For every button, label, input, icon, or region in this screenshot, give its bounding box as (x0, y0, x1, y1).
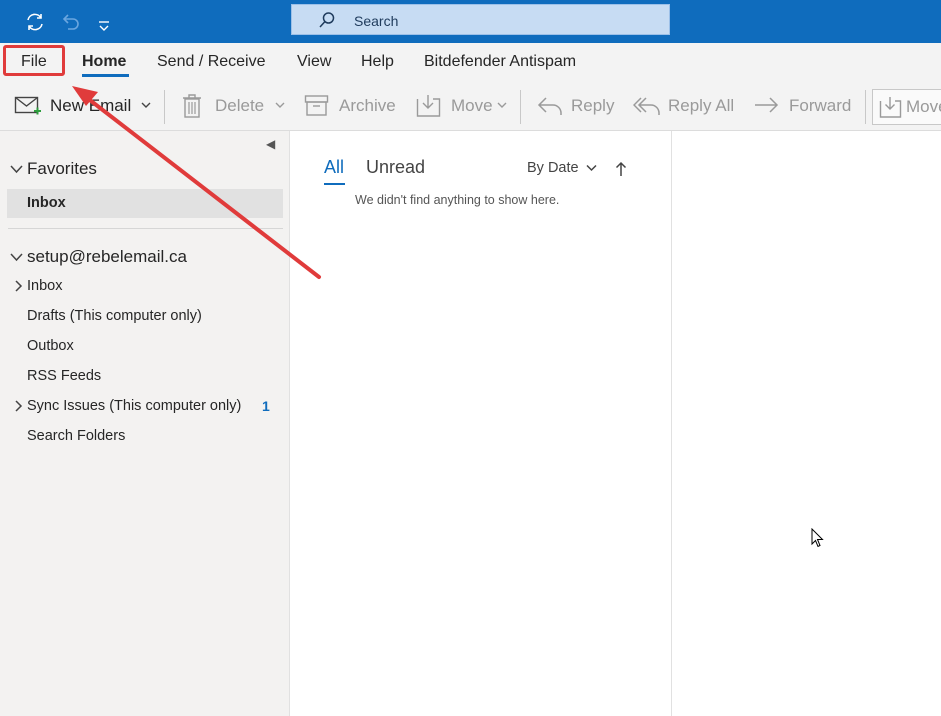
menu-bitdefender-antispam[interactable]: Bitdefender Antispam (424, 53, 576, 71)
favorites-header[interactable]: Favorites (10, 159, 97, 179)
folder-sync-issues[interactable]: Sync Issues (This computer only) (27, 398, 241, 414)
folder-search-folders[interactable]: Search Folders (27, 428, 125, 444)
account-header[interactable]: setup@rebelemail.ca (10, 247, 187, 267)
title-bar: Search (0, 0, 941, 43)
archive-button[interactable]: Archive (339, 96, 396, 116)
mouse-cursor-icon (811, 528, 824, 548)
sort-direction-arrow-icon[interactable] (615, 161, 627, 177)
favorites-inbox-label: Inbox (27, 195, 66, 211)
reading-pane (672, 131, 941, 716)
menu-bar: File Home Send / Receive View Help Bitde… (0, 43, 941, 83)
reply-icon (537, 97, 562, 115)
sync-icon[interactable] (24, 11, 46, 33)
reply-all-icon (633, 97, 660, 115)
new-email-icon (14, 96, 41, 115)
reply-all-button[interactable]: Reply All (668, 96, 734, 116)
folder-pane: ◀ Favorites Inbox setup@rebelemail.ca In… (0, 131, 290, 716)
menu-send-receive[interactable]: Send / Receive (157, 53, 266, 71)
delete-button[interactable]: Delete (215, 96, 264, 116)
favorites-inbox[interactable]: Inbox (7, 189, 283, 218)
folder-rss-feeds[interactable]: RSS Feeds (27, 368, 101, 384)
move-icon (416, 95, 441, 117)
tab-unread[interactable]: Unread (366, 157, 425, 178)
folder-drafts[interactable]: Drafts (This computer only) (27, 308, 202, 324)
trash-icon (183, 94, 201, 118)
move-button[interactable]: Move (451, 96, 493, 116)
search-box[interactable]: Search (291, 4, 670, 35)
divider (8, 228, 283, 229)
search-label: Search (354, 13, 399, 29)
active-tab-indicator (82, 74, 129, 77)
ribbon-separator (520, 90, 521, 124)
reply-button[interactable]: Reply (571, 96, 614, 116)
chevron-down-icon[interactable] (497, 100, 507, 110)
tab-all[interactable]: All (324, 157, 344, 178)
new-email-button[interactable]: New Email (50, 96, 131, 116)
chevron-down-icon (586, 165, 597, 172)
archive-icon (304, 95, 329, 116)
menu-help[interactable]: Help (361, 53, 394, 71)
folder-inbox[interactable]: Inbox (27, 278, 62, 294)
move-to-label: Move (906, 97, 941, 116)
forward-button[interactable]: Forward (789, 96, 851, 116)
favorites-label: Favorites (27, 159, 97, 178)
ribbon-toolbar: New Email Delete Archive Move Reply Repl… (0, 83, 941, 131)
undo-icon[interactable] (59, 11, 81, 33)
move-icon (879, 97, 902, 118)
chevron-down-icon (10, 253, 23, 262)
tab-all-indicator (324, 183, 345, 185)
search-icon (319, 12, 335, 28)
menu-view[interactable]: View (297, 53, 331, 71)
move-to-box[interactable]: Move (872, 89, 941, 125)
chevron-down-icon[interactable] (275, 100, 285, 110)
chevron-down-icon[interactable] (141, 100, 151, 110)
collapse-pane-icon[interactable]: ◀ (266, 137, 275, 151)
chevron-right-icon[interactable] (14, 400, 23, 412)
ribbon-separator (164, 90, 165, 124)
message-list: All Unread By Date We didn't find anythi… (290, 131, 672, 716)
sync-issues-count-badge: 1 (262, 398, 270, 414)
chevron-right-icon[interactable] (14, 280, 23, 292)
sort-label: By Date (527, 160, 579, 176)
file-highlight-box (3, 45, 65, 76)
folder-outbox[interactable]: Outbox (27, 338, 74, 354)
customize-toolbar-icon[interactable] (97, 15, 111, 37)
ribbon-separator (865, 90, 866, 124)
menu-home[interactable]: Home (82, 53, 126, 71)
empty-message: We didn't find anything to show here. (355, 193, 560, 207)
chevron-down-icon (10, 165, 23, 174)
account-label: setup@rebelemail.ca (27, 247, 187, 266)
forward-icon (755, 97, 779, 113)
sort-dropdown[interactable]: By Date (527, 160, 597, 176)
